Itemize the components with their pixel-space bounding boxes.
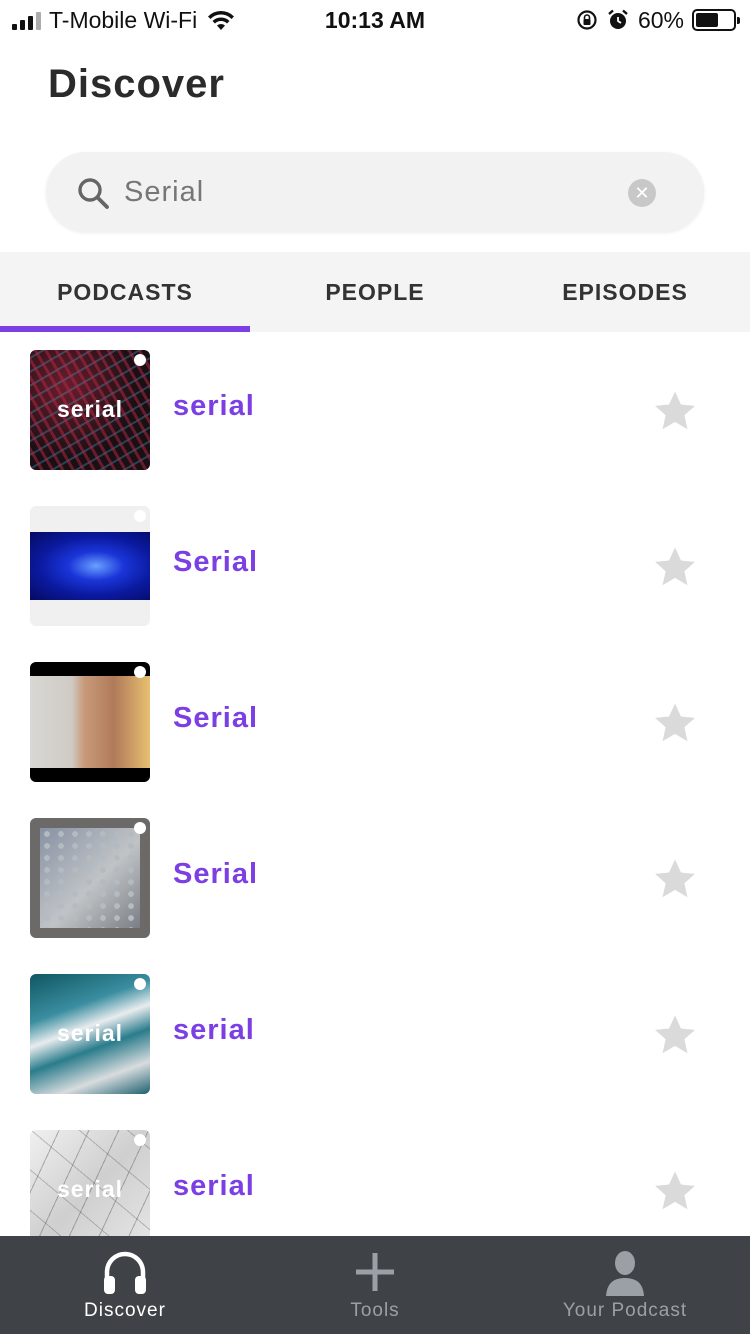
podcast-artwork[interactable]: [30, 818, 150, 938]
headphones-icon: [104, 1251, 146, 1294]
tab-bar-discover[interactable]: Discover: [0, 1236, 250, 1334]
star-icon[interactable]: [652, 700, 698, 746]
star-icon[interactable]: [652, 1012, 698, 1058]
list-item[interactable]: Serial: [0, 644, 750, 800]
podcast-title[interactable]: serial: [173, 1014, 255, 1047]
tab-bar-your-podcast[interactable]: Your Podcast: [500, 1236, 750, 1334]
search-icon: [78, 178, 109, 209]
star-icon[interactable]: [652, 856, 698, 902]
artwork-text: serial: [56, 396, 124, 422]
speaker-icon: [134, 510, 146, 522]
tab-bar-label: Discover: [84, 1300, 166, 1321]
star-icon[interactable]: [652, 388, 698, 434]
battery-percent: 60%: [637, 6, 684, 33]
artwork-image: [30, 532, 150, 600]
tab-bar-label: Tools: [350, 1300, 400, 1321]
rotation-lock-icon: [577, 10, 597, 30]
status-bar: T-Mobile Wi-Fi 10:13 AM 60%: [0, 0, 750, 40]
star-icon[interactable]: [652, 1168, 698, 1214]
list-item[interactable]: serial serial: [0, 956, 750, 1112]
alarm-icon: [608, 9, 628, 29]
segment-tabs: PODCASTS PEOPLE EPISODES: [0, 252, 750, 332]
search-bar[interactable]: ✕: [46, 152, 704, 232]
artwork-text: serial: [56, 1020, 124, 1046]
speaker-icon: [134, 1134, 146, 1146]
status-right: 60%: [576, 6, 740, 34]
speaker-icon: [134, 822, 146, 834]
search-input[interactable]: [124, 170, 644, 214]
podcast-results-list: serial serial Serial Serial Serial seria…: [0, 332, 750, 1236]
tab-episodes[interactable]: EPISODES: [500, 252, 750, 332]
tab-bar-tools[interactable]: Tools: [250, 1236, 500, 1334]
bottom-tab-bar: Discover Tools Your Podcast: [0, 1236, 750, 1334]
podcast-title[interactable]: Serial: [173, 858, 258, 891]
speaker-icon: [134, 666, 146, 678]
podcast-title[interactable]: serial: [173, 1170, 255, 1203]
tab-podcasts[interactable]: PODCASTS: [0, 252, 250, 332]
podcast-artwork[interactable]: serial: [30, 1130, 150, 1236]
list-item[interactable]: serial serial: [0, 1112, 750, 1236]
tab-bar-label: Your Podcast: [562, 1300, 688, 1321]
clear-search-icon[interactable]: ✕: [628, 179, 656, 207]
tab-people[interactable]: PEOPLE: [250, 252, 500, 332]
speaker-icon: [134, 978, 146, 990]
podcast-artwork[interactable]: serial: [30, 350, 150, 470]
podcast-artwork[interactable]: [30, 662, 150, 782]
list-item[interactable]: Serial: [0, 800, 750, 956]
podcast-title[interactable]: serial: [173, 390, 255, 423]
list-item[interactable]: serial serial: [0, 332, 750, 488]
star-icon[interactable]: [652, 544, 698, 590]
page-title: Discover: [48, 62, 225, 106]
battery-icon: [692, 9, 740, 31]
person-icon: [606, 1251, 644, 1296]
battery-fill: [696, 13, 718, 27]
podcast-artwork[interactable]: [30, 506, 150, 626]
podcast-artwork[interactable]: serial: [30, 974, 150, 1094]
artwork-image: [30, 676, 150, 768]
podcast-title[interactable]: Serial: [173, 702, 258, 735]
speaker-icon: [134, 354, 146, 366]
artwork-text: serial: [56, 1176, 124, 1202]
podcast-title[interactable]: Serial: [173, 546, 258, 579]
list-item[interactable]: Serial: [0, 488, 750, 644]
plus-icon: [356, 1253, 394, 1291]
